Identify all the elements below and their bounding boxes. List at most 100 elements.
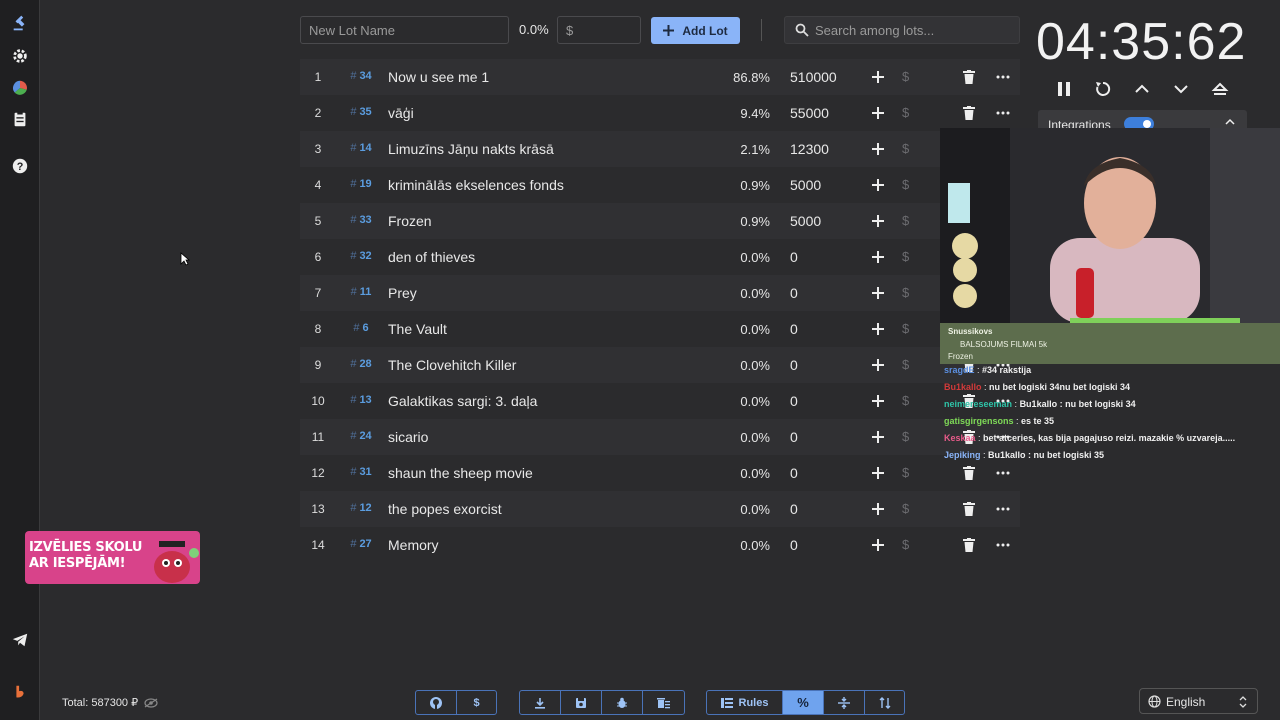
save-button[interactable] [561,691,602,714]
plus-icon[interactable] [871,248,885,266]
lot-id[interactable]: #33 [340,214,382,226]
plus-icon[interactable] [871,356,885,374]
lot-row[interactable]: 14 #27 Memory 0.0% 0 $ [300,527,1020,563]
dollar-icon[interactable]: $ [902,465,909,480]
lot-row[interactable]: 11 #24 sicario 0.0% 0 $ [300,419,1020,455]
lot-name[interactable]: the popes exorcist [388,501,502,517]
telegram-icon[interactable] [10,630,30,650]
lot-row[interactable]: 9 #28 The Clovehitch Killer 0.0% 0 $ [300,347,1020,383]
new-lot-name-input[interactable] [300,16,509,44]
lot-id[interactable]: #24 [340,430,382,442]
dollar-icon[interactable]: $ [902,249,909,264]
lot-id[interactable]: #11 [340,286,382,298]
amount-input[interactable] [557,16,641,44]
more-options-icon[interactable] [995,105,1011,121]
add-lot-button[interactable]: Add Lot [651,17,740,44]
lot-row[interactable]: 8 #6 The Vault 0.0% 0 $ [300,311,1020,347]
eject-icon[interactable] [1211,80,1229,98]
lot-id[interactable]: #34 [340,70,382,82]
github-button[interactable] [416,691,457,714]
lot-amount[interactable]: 0 [790,537,798,553]
plus-icon[interactable] [871,500,885,518]
plus-icon[interactable] [871,68,885,86]
eye-off-icon[interactable] [144,697,158,708]
lot-row[interactable]: 2 #35 vāģi 9.4% 55000 $ [300,95,1020,131]
language-select[interactable]: English [1139,688,1258,714]
lot-amount[interactable]: 5000 [790,213,821,229]
lot-row[interactable]: 4 #19 krimināIās ekselences fonds 0.9% 5… [300,167,1020,203]
promo-banner[interactable]: IZVĒLIES SKOLU AR IESPĒJĀM! [25,531,200,584]
lot-amount[interactable]: 0 [790,501,798,517]
plus-icon[interactable] [871,176,885,194]
dollar-icon[interactable]: $ [902,141,909,156]
trash-icon[interactable] [963,538,975,552]
plus-icon[interactable] [871,140,885,158]
chevron-up-icon[interactable] [1225,118,1235,126]
lot-row[interactable]: 12 #31 shaun the sheep movie 0.0% 0 $ [300,455,1020,491]
more-options-icon[interactable] [995,537,1011,553]
lot-id[interactable]: #28 [340,358,382,370]
dollar-icon[interactable]: $ [902,69,909,84]
plus-icon[interactable] [871,320,885,338]
brand-icon[interactable] [10,682,30,702]
lot-id[interactable]: #32 [340,250,382,262]
lot-amount[interactable]: 0 [790,429,798,445]
more-options-icon[interactable] [995,501,1011,517]
lot-amount[interactable]: 0 [790,357,798,373]
dollar-icon[interactable]: $ [902,393,909,408]
dollar-icon[interactable]: $ [902,285,909,300]
trash-icon[interactable] [963,106,975,120]
compact-toggle[interactable] [824,691,865,714]
lot-row[interactable]: 3 #14 Limuzīns Jāņu nakts krāsā 2.1% 123… [300,131,1020,167]
lot-row[interactable]: 6 #32 den of thieves 0.0% 0 $ [300,239,1020,275]
trash-icon[interactable] [963,502,975,516]
clear-list-button[interactable] [643,691,684,714]
lot-amount[interactable]: 0 [790,393,798,409]
lot-search[interactable] [784,16,1020,44]
plus-icon[interactable] [871,428,885,446]
lot-name[interactable]: Galaktikas sargi: 3. daļa [388,393,537,409]
plus-icon[interactable] [871,212,885,230]
percent-toggle[interactable]: % [783,691,824,714]
lot-row[interactable]: 5 #33 Frozen 0.9% 5000 $ [300,203,1020,239]
chevron-down-icon[interactable] [1172,80,1190,98]
lot-name[interactable]: Now u see me 1 [388,69,489,85]
gavel-icon[interactable] [10,14,30,34]
sort-toggle[interactable] [865,691,904,714]
lot-amount[interactable]: 0 [790,285,798,301]
help-icon[interactable]: ? [10,156,30,176]
lot-name[interactable]: Memory [388,537,439,553]
trash-icon[interactable] [963,466,975,480]
download-button[interactable] [520,691,561,714]
clipboard-icon[interactable] [10,109,30,129]
trash-icon[interactable] [963,70,975,84]
lot-name[interactable]: Frozen [388,213,432,229]
dollar-icon[interactable]: $ [902,537,909,552]
chevron-up-icon[interactable] [1133,80,1151,98]
lot-id[interactable]: #13 [340,394,382,406]
lot-name[interactable]: vāģi [388,105,414,121]
plus-icon[interactable] [871,536,885,554]
lot-row[interactable]: 7 #11 Prey 0.0% 0 $ [300,275,1020,311]
lot-row[interactable]: 1 #34 Now u see me 1 86.8% 510000 $ [300,59,1020,95]
lot-name[interactable]: Prey [388,285,417,301]
lot-amount[interactable]: 0 [790,321,798,337]
lot-amount[interactable]: 0 [790,465,798,481]
lot-amount[interactable]: 55000 [790,105,829,121]
lot-name[interactable]: Limuzīns Jāņu nakts krāsā [388,141,554,157]
lot-name[interactable]: den of thieves [388,249,475,265]
plus-icon[interactable] [871,104,885,122]
lot-id[interactable]: #14 [340,142,382,154]
reset-icon[interactable] [1094,80,1112,98]
lot-name[interactable]: The Clovehitch Killer [388,357,516,373]
lot-id[interactable]: #35 [340,106,382,118]
lot-name[interactable]: krimināIās ekselences fonds [388,177,564,193]
plus-icon[interactable] [871,284,885,302]
lot-row[interactable]: 13 #12 the popes exorcist 0.0% 0 $ [300,491,1020,527]
lot-id[interactable]: #27 [340,538,382,550]
lot-amount[interactable]: 510000 [790,69,837,85]
dollar-icon[interactable]: $ [902,213,909,228]
more-options-icon[interactable] [995,69,1011,85]
dollar-icon[interactable]: $ [902,429,909,444]
lot-name[interactable]: sicario [388,429,428,445]
